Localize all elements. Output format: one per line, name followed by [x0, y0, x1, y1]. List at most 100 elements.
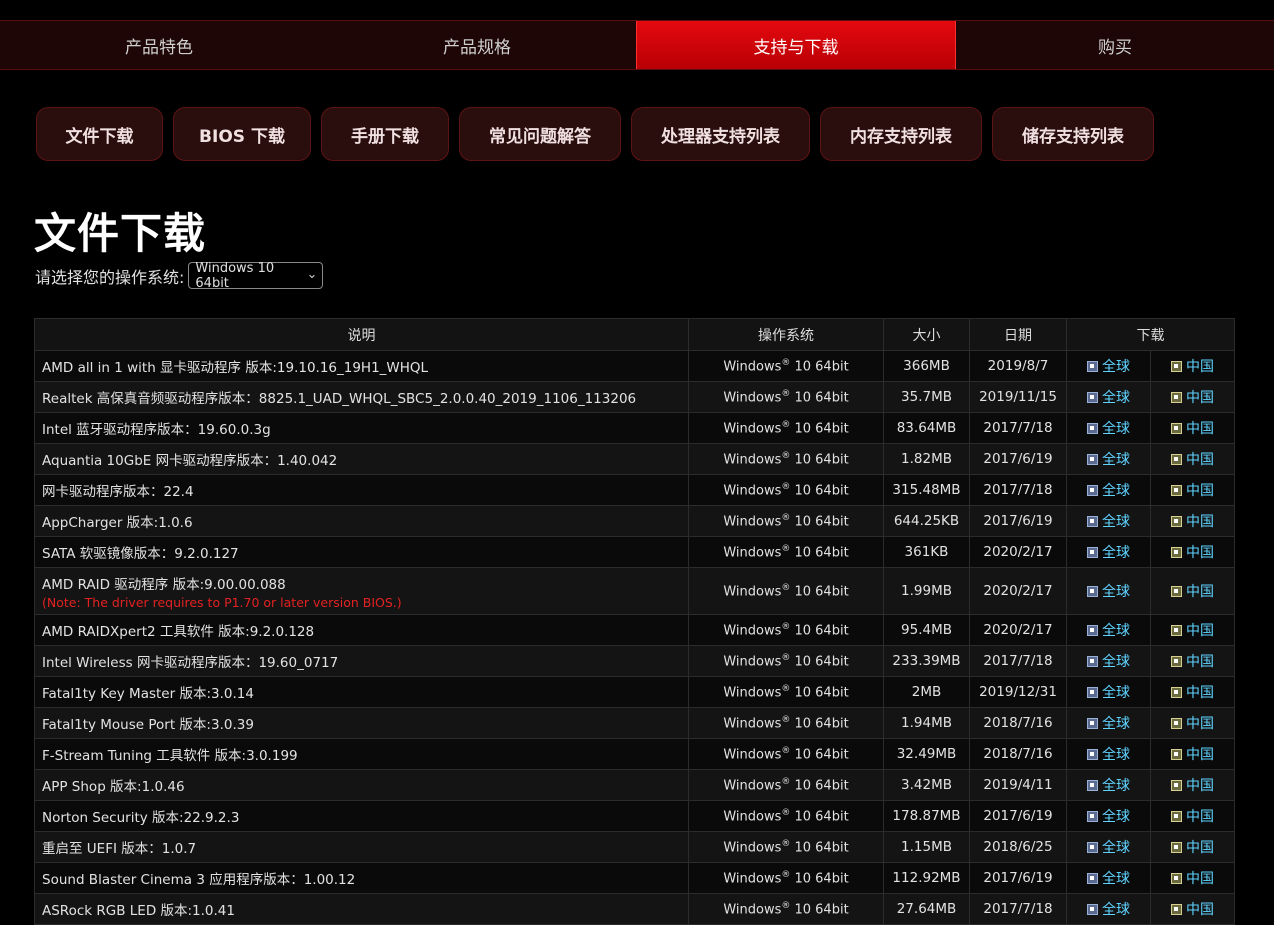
download-global-link[interactable]: 全球 [1087, 775, 1130, 795]
download-icon [1087, 515, 1098, 527]
download-china-link[interactable]: 中国 [1171, 806, 1214, 826]
download-global-link[interactable]: 全球 [1087, 620, 1130, 640]
row-description: AMD all in 1 with 显卡驱动程序 版本:19.10.16_19H… [34, 350, 689, 382]
download-china-link[interactable]: 中国 [1171, 682, 1214, 702]
download-icon [1171, 872, 1182, 884]
download-china-link[interactable]: 中国 [1171, 542, 1214, 562]
download-global-label: 全球 [1102, 390, 1130, 406]
os-prefix: Windows [723, 545, 782, 561]
table-row: AppCharger 版本:1.0.6 Windows® 10 64bit 644.… [34, 505, 1235, 537]
download-china-link[interactable]: 中国 [1171, 775, 1214, 795]
row-description: 网卡驱动程序版本：22.4 [34, 474, 689, 506]
tab-specs[interactable]: 产品规格 [318, 21, 636, 69]
tab-support[interactable]: 支持与下载 [636, 21, 956, 69]
download-global-label: 全球 [1102, 840, 1130, 856]
download-global-link[interactable]: 全球 [1087, 581, 1130, 601]
subnav-manual-download[interactable]: 手册下载 [321, 107, 449, 161]
download-global-link[interactable]: 全球 [1087, 682, 1130, 702]
download-global-link[interactable]: 全球 [1087, 837, 1130, 857]
os-select[interactable]: Windows 10 64bit ⌄ [188, 261, 324, 291]
row-date: 2020/2/17 [969, 614, 1067, 646]
download-global-link[interactable]: 全球 [1087, 868, 1130, 888]
download-global-link[interactable]: 全球 [1087, 356, 1130, 376]
download-global-link[interactable]: 全球 [1087, 480, 1130, 500]
subnav-cpu-support[interactable]: 处理器支持列表 [631, 107, 810, 161]
download-china-label: 中国 [1186, 623, 1214, 639]
download-global-link[interactable]: 全球 [1087, 418, 1130, 438]
row-size: 83.64MB [883, 412, 970, 444]
download-china-label: 中国 [1186, 421, 1214, 437]
subnav-storage-support[interactable]: 储存支持列表 [992, 107, 1154, 161]
row-china-cell: 中国 [1150, 831, 1235, 863]
download-icon [1087, 841, 1098, 853]
download-china-link[interactable]: 中国 [1171, 713, 1214, 733]
row-date: 2018/7/16 [969, 738, 1067, 770]
download-china-link[interactable]: 中国 [1171, 480, 1214, 500]
download-china-link[interactable]: 中国 [1171, 356, 1214, 376]
subnav-file-download[interactable]: 文件下载 [36, 107, 163, 161]
download-china-label: 中国 [1186, 483, 1214, 499]
download-china-link[interactable]: 中国 [1171, 449, 1214, 469]
download-global-link[interactable]: 全球 [1087, 899, 1130, 919]
table-row: Sound Blaster Cinema 3 应用程序版本：1.00.12 Win… [34, 862, 1235, 894]
download-china-link[interactable]: 中国 [1171, 418, 1214, 438]
tab-features[interactable]: 产品特色 [0, 21, 318, 69]
row-date: 2017/7/18 [969, 474, 1067, 506]
subnav-faq[interactable]: 常见问题解答 [459, 107, 621, 161]
row-description: APP Shop 版本:1.0.46 [34, 769, 689, 801]
download-icon [1171, 686, 1182, 698]
download-china-link[interactable]: 中国 [1171, 511, 1214, 531]
os-suffix: 10 64bit [794, 514, 849, 530]
download-china-label: 中国 [1186, 584, 1214, 600]
download-icon [1171, 484, 1182, 496]
row-description: F-Stream Tuning 工具软件 版本:3.0.199 [34, 738, 689, 770]
os-prefix: Windows [723, 778, 782, 794]
table-row: Fatal1ty Mouse Port 版本:3.0.39 Windows® 10… [34, 707, 1235, 739]
download-global-link[interactable]: 全球 [1087, 387, 1130, 407]
registered-mark: ® [781, 807, 791, 818]
download-icon [1171, 717, 1182, 729]
download-china-link[interactable]: 中国 [1171, 581, 1214, 601]
row-size: 1.82MB [883, 443, 970, 475]
row-global-cell: 全球 [1066, 505, 1151, 537]
os-suffix: 10 64bit [794, 778, 849, 794]
download-global-link[interactable]: 全球 [1087, 744, 1130, 764]
download-global-label: 全球 [1102, 871, 1130, 887]
os-prefix: Windows [723, 685, 782, 701]
download-global-label: 全球 [1102, 359, 1130, 375]
download-global-link[interactable]: 全球 [1087, 449, 1130, 469]
row-description-text: APP Shop 版本:1.0.46 [42, 779, 185, 795]
download-china-link[interactable]: 中国 [1171, 620, 1214, 640]
download-global-link[interactable]: 全球 [1087, 713, 1130, 733]
header-download: 下载 [1066, 318, 1235, 351]
row-date: 2017/6/19 [969, 443, 1067, 475]
download-global-label: 全球 [1102, 902, 1130, 918]
download-global-link[interactable]: 全球 [1087, 806, 1130, 826]
tab-buy[interactable]: 购买 [956, 21, 1274, 69]
download-global-link[interactable]: 全球 [1087, 511, 1130, 531]
subnav-memory-support[interactable]: 内存支持列表 [820, 107, 982, 161]
download-china-link[interactable]: 中国 [1171, 651, 1214, 671]
os-selector-row: 请选择您的操作系统: Windows 10 64bit ⌄ [35, 261, 324, 291]
header-date: 日期 [969, 318, 1067, 351]
download-china-link[interactable]: 中国 [1171, 744, 1214, 764]
download-china-link[interactable]: 中国 [1171, 837, 1214, 857]
table-row: AMD RAID 驱动程序 版本:9.00.00.088 (Note: The d… [34, 567, 1235, 615]
registered-mark: ® [781, 652, 791, 663]
row-size: 112.92MB [883, 862, 970, 894]
download-global-label: 全球 [1102, 514, 1130, 530]
row-china-cell: 中国 [1150, 412, 1235, 444]
row-size: 27.64MB [883, 893, 970, 925]
download-china-link[interactable]: 中国 [1171, 899, 1214, 919]
download-china-link[interactable]: 中国 [1171, 387, 1214, 407]
download-global-label: 全球 [1102, 623, 1130, 639]
os-suffix: 10 64bit [794, 871, 849, 887]
row-size: 32.49MB [883, 738, 970, 770]
download-icon [1087, 717, 1098, 729]
registered-mark: ® [781, 869, 791, 880]
download-global-link[interactable]: 全球 [1087, 651, 1130, 671]
download-global-link[interactable]: 全球 [1087, 542, 1130, 562]
os-prefix: Windows [723, 871, 782, 887]
subnav-bios-download[interactable]: BIOS 下载 [173, 107, 311, 161]
download-china-link[interactable]: 中国 [1171, 868, 1214, 888]
